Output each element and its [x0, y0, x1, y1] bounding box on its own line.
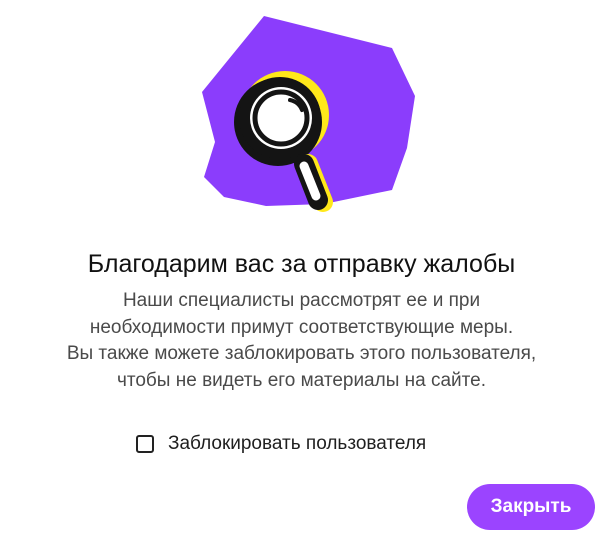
block-user-checkbox[interactable] — [136, 435, 154, 453]
block-user-label[interactable]: Заблокировать пользователя — [168, 433, 426, 455]
report-confirmation-dialog: Благодарим вас за отправку жалобы Наши с… — [0, 0, 603, 538]
dialog-message-line: необходимости примут соответствующие мер… — [89, 316, 514, 338]
magnifier-illustration — [202, 16, 415, 212]
close-button[interactable]: Закрыть — [467, 484, 595, 530]
dialog-message: Наши специалисты рассмотрят ее и при нео… — [0, 288, 603, 394]
dialog-message-line: Вы также можете заблокировать этого поль… — [66, 343, 537, 364]
block-user-option[interactable]: Заблокировать пользователя — [136, 432, 426, 456]
dialog-title: Благодарим вас за отправку жалобы — [87, 250, 516, 278]
dialog-message-line: Наши специалисты рассмотрят ее и при — [122, 290, 481, 311]
dialog-message-line: чтобы не видеть его материалы на сайте. — [116, 369, 487, 391]
